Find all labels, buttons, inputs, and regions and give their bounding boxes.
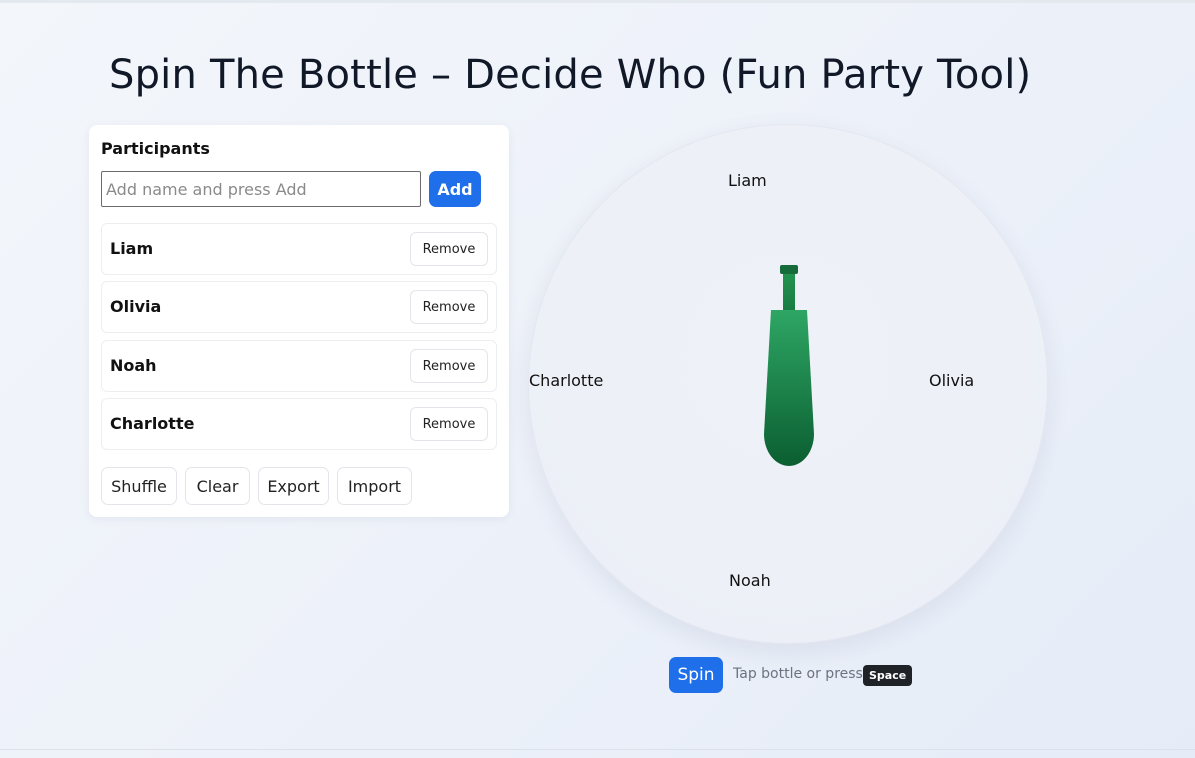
import-button[interactable]: Import (337, 467, 412, 505)
add-button[interactable]: Add (429, 171, 481, 207)
remove-button-olivia[interactable]: Remove (410, 290, 488, 324)
remove-button-liam[interactable]: Remove (410, 232, 488, 266)
spin-hint: Tap bottle or press (733, 666, 863, 682)
bottle-neck (783, 274, 795, 310)
participant-name: Noah (110, 356, 157, 375)
shuffle-button[interactable]: Shuffle (101, 467, 177, 505)
add-name-input[interactable] (101, 171, 421, 207)
bottom-border (0, 749, 1195, 750)
participant-name: Olivia (110, 297, 162, 316)
remove-button-noah[interactable]: Remove (410, 349, 488, 383)
spin-button[interactable]: Spin (669, 657, 723, 693)
participant-name: Liam (110, 239, 154, 258)
remove-button-charlotte[interactable]: Remove (410, 407, 488, 441)
bottle-cap (780, 265, 798, 274)
participant-row-olivia: Olivia Remove (101, 281, 497, 333)
participant-row-liam: Liam Remove (101, 223, 497, 275)
top-border (0, 0, 1195, 3)
wheel-label-top: Liam (728, 171, 767, 190)
participant-name: Charlotte (110, 414, 195, 433)
participants-panel: Participants Add Liam Remove Olivia Remo… (89, 125, 509, 517)
wheel-label-right: Olivia (929, 371, 975, 390)
bottle-body (764, 310, 814, 466)
export-button[interactable]: Export (258, 467, 329, 505)
bottle-icon[interactable] (761, 264, 817, 468)
wheel-label-left: Charlotte (529, 371, 604, 390)
clear-button[interactable]: Clear (185, 467, 250, 505)
participants-heading: Participants (101, 139, 210, 158)
participant-row-charlotte: Charlotte Remove (101, 398, 497, 450)
wheel-label-bottom: Noah (729, 571, 771, 590)
page-title: Spin The Bottle – Decide Who (Fun Party … (109, 52, 1032, 98)
space-key-badge: Space (863, 665, 913, 686)
participant-row-noah: Noah Remove (101, 340, 497, 392)
